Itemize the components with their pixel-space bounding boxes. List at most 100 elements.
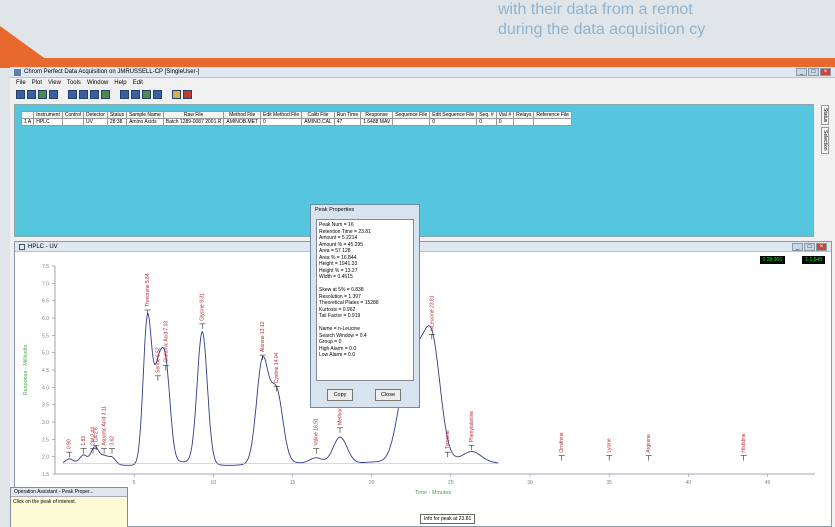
tab-selection[interactable]: Selection [821,127,829,154]
dialog-title: Peak Properties [315,207,355,213]
menu-plot[interactable]: Plot [32,80,42,86]
chromatogram-trace [62,312,499,466]
column-header [20,111,35,119]
toolbar-icon[interactable] [49,89,58,99]
y-tick-label: 3.5 [42,403,49,409]
table-cell[interactable]: 0 [476,118,497,126]
table-cell[interactable] [61,118,84,126]
column-header: Edit Method File [260,111,303,119]
background-text-line: during the data acquisition cy [498,21,706,38]
table-cell[interactable]: 28:38 [106,118,128,126]
close-button[interactable]: × [820,68,831,76]
column-header: Status [106,111,128,119]
app-icon [14,68,21,76]
toolbar-icon[interactable] [16,89,25,99]
chart-window: HPLC - UV _ □ × 0:28:366 1.1.548 1.5 2.0 2.5… [14,241,832,527]
copy-button[interactable]: Copy [327,389,353,401]
peak-label: Tyrosine [445,430,451,449]
x-tick-label: 35 [606,480,612,486]
x-tick-label: 40 [686,480,692,486]
assistant-title: Operation Assistant - Peak Proper... [11,488,127,497]
column-header: Relays [513,111,535,119]
x-tick-label: 25 [448,480,454,486]
column-header: Run Time [333,111,362,119]
peak-label: Valine 16.51 [314,418,320,446]
tab-status[interactable]: Status [821,105,829,126]
table-cell[interactable]: UV [82,118,108,126]
table-row[interactable]: 1 A HPLC UV 28:38 Amino Acids Batch 1289-0087… [20,118,572,126]
table-cell[interactable]: 0 [260,118,303,126]
chart-minimize-button[interactable]: _ [792,243,803,251]
table-cell[interactable]: Batch 1289-0087 2001.R [162,118,225,126]
table-cell[interactable]: 47 [333,118,362,126]
table-cell[interactable]: AMINO.CAL [301,118,335,126]
column-header: Instrument [33,111,63,119]
peak-label: Aspartic Acid 3.11 [102,406,108,446]
assistant-text: Click on the peak of interest. [11,497,127,527]
y-tick-label: 7.5 [42,264,49,270]
peak-label: Serine 6.52 [155,347,161,373]
chromatogram-plot[interactable]: 1.5 2.0 2.5 3.0 3.5 4.0 4.5 5.0 5.5 6.0 6.5 7.0 7.5 5… [15,252,831,526]
table-cell[interactable]: 0 [495,118,515,126]
close-dialog-button[interactable]: Close [375,389,401,401]
toolbar-icon[interactable] [68,89,77,99]
menu-window[interactable]: Window [87,80,108,86]
column-header: Reference File [533,111,572,119]
peak-property-line: Low Alarm = 0.0 [319,352,355,358]
column-header: Method File [223,111,262,119]
y-tick-label: 7.0 [42,281,49,287]
menu-file[interactable]: File [16,80,26,86]
peak-label: 1.83 [81,436,87,446]
column-header: Calib File [301,111,335,119]
table-cell[interactable]: 0 [429,118,478,126]
column-header: Edit Sequence File [429,111,478,119]
toolbar-icon[interactable] [172,89,181,99]
y-tick-label: 6.5 [42,299,49,305]
menu-help[interactable]: Help [114,80,126,86]
table-cell[interactable] [392,118,431,126]
toolbar-icon[interactable] [131,89,140,99]
y-tick-label: 5.5 [42,333,49,339]
side-tabs: Status Selection [821,105,833,156]
y-axis-label: Response - Millivolts [23,345,29,396]
toolbar-icon[interactable] [153,89,162,99]
y-tick-label: 2.0 [42,455,49,461]
decor-bar [0,58,835,67]
toolbar-icon[interactable] [101,89,110,99]
chart-maximize-button[interactable]: □ [804,243,815,251]
menu-edit[interactable]: Edit [133,80,143,86]
peak-label: n-Leucine 23.81 [429,295,435,331]
menu-bar: File Plot View Tools Window Help Edit [10,78,835,87]
toolbar-icon[interactable] [90,89,99,99]
menu-tools[interactable]: Tools [67,80,81,86]
toolbar-icon[interactable] [142,89,151,99]
table-cell[interactable] [533,118,572,126]
peak-label: Phenylalanine [469,411,475,443]
peak-label: Glutamic Acid 7.03 [163,321,169,363]
column-header: Control [61,111,84,119]
table-cell[interactable]: AMINOB.MET [223,118,262,126]
toolbar-icon[interactable] [120,89,129,99]
toolbar-icon[interactable] [27,89,36,99]
table-cell[interactable]: 1.6488 MAV [360,118,394,126]
peak-label: Ornithine [559,432,565,453]
peak-label: Threonine 5.84 [145,273,151,307]
toolbar-icon[interactable] [38,89,47,99]
table-cell[interactable]: Amino Acids [126,118,164,126]
y-tick-label: 3.0 [42,420,49,426]
minimize-button[interactable]: _ [796,68,807,76]
menu-view[interactable]: View [48,80,61,86]
table-cell[interactable]: 1 A [20,118,35,126]
peak-label: Cystine 14.04 [274,352,280,383]
column-header: Raw File [162,111,225,119]
table-cell[interactable]: HPLC [33,118,63,126]
y-tick-label: 5.0 [42,351,49,357]
column-header: Response [360,111,394,119]
chart-close-button[interactable]: × [816,243,827,251]
toolbar-icon[interactable] [183,89,192,99]
table-cell[interactable] [513,118,535,126]
window-title: Chrom Perfect Data Acquisition on JMRUSS… [24,69,200,75]
peak-properties-list: Peak Num = 16 Retention Time = 23.81 Amoun… [316,219,414,381]
maximize-button[interactable]: □ [808,68,819,76]
toolbar-icon[interactable] [79,89,88,99]
